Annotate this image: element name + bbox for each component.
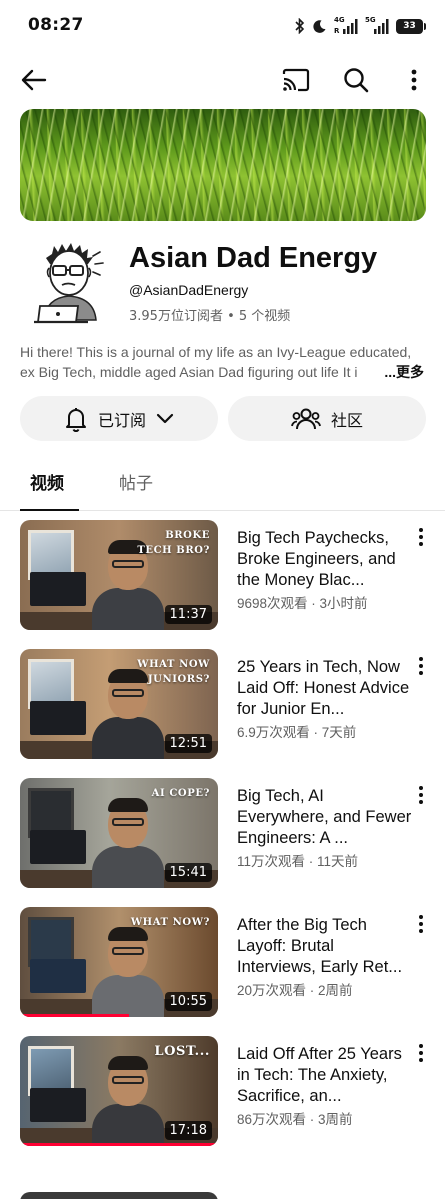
- video-thumbnail[interactable]: BROKE TECH BRO? 11:37: [20, 520, 218, 630]
- channel-banner: [20, 109, 426, 221]
- channel-description[interactable]: Hi there! This is a journal of my life a…: [20, 342, 426, 382]
- tab-videos[interactable]: 视频: [30, 469, 64, 494]
- chevron-down-icon: [156, 413, 174, 423]
- video-thumbnail[interactable]: LOST... 17:18: [20, 1036, 218, 1146]
- video-meta: 9698次观看 · 3小时前: [237, 596, 368, 611]
- battery-icon: 33: [396, 18, 426, 34]
- channel-handle: @AsianDadEnergy: [129, 282, 249, 298]
- video-item[interactable]: BROKE TECH BRO? 11:37 Big Tech Paychecks,…: [20, 520, 426, 632]
- subscribed-button[interactable]: 已订阅: [20, 396, 218, 441]
- video-info: Big Tech, AI Everywhere, and Fewer Engin…: [237, 786, 415, 870]
- signal-4g-icon: 4G R: [334, 15, 358, 35]
- video-item[interactable]: LOST... 17:18 Laid Off After 25 Years in…: [20, 1036, 426, 1148]
- video-thumbnail[interactable]: AI COPE? 15:41: [20, 778, 218, 888]
- network-type-1: 4G: [334, 15, 345, 24]
- description-line-2: ex Big Tech, middle aged Asian Dad figur…: [20, 362, 426, 382]
- thumbnail-caption: WHAT NOW?: [130, 917, 210, 928]
- description-line-2-text: ex Big Tech, middle aged Asian Dad figur…: [20, 364, 358, 380]
- video-title[interactable]: 25 Years in Tech, Now Laid Off: Honest A…: [237, 657, 415, 720]
- video-title[interactable]: Big Tech Paychecks, Broke Engineers, and…: [237, 528, 415, 591]
- video-more-button[interactable]: [412, 913, 430, 935]
- thumbnail-caption: AI COPE?: [151, 788, 210, 799]
- status-icons: 4G R 5G 33: [295, 15, 426, 36]
- thumbnail-caption: LOST...: [154, 1044, 210, 1059]
- video-title[interactable]: Big Tech, AI Everywhere, and Fewer Engin…: [237, 786, 415, 849]
- channel-tabs: 视频 帖子: [0, 455, 445, 511]
- video-info: 25 Years in Tech, Now Laid Off: Honest A…: [237, 657, 415, 741]
- video-more-button[interactable]: [412, 784, 430, 806]
- video-more-button[interactable]: [412, 526, 430, 548]
- thumbnail-caption: WHAT NOW JUNIORS?: [137, 659, 210, 685]
- status-bar: 08:27 4G R 5G 33: [0, 0, 445, 50]
- video-item[interactable]: AI COPE? 15:41 Big Tech, AI Everywhere, …: [20, 778, 426, 890]
- video-title[interactable]: Laid Off After 25 Years in Tech: The Anx…: [237, 1044, 415, 1107]
- video-duration: 10:55: [164, 992, 212, 1011]
- back-button[interactable]: [17, 63, 51, 97]
- channel-name: Asian Dad Energy: [129, 242, 378, 274]
- video-duration: 15:41: [164, 863, 212, 882]
- watch-progress-bar: [20, 1143, 218, 1146]
- more-options-button[interactable]: [397, 63, 431, 97]
- active-tab-indicator: [20, 509, 79, 511]
- video-meta: 86万次观看 · 3周前: [237, 1112, 353, 1127]
- video-item[interactable]: WHAT NOW JUNIORS? 12:51 25 Years in Tech,…: [20, 649, 426, 761]
- tab-posts[interactable]: 帖子: [119, 469, 153, 494]
- video-title[interactable]: After the Big Tech Layoff: Brutal Interv…: [237, 915, 415, 978]
- more-vertical-icon: [411, 69, 417, 91]
- network-type-2: 5G: [365, 15, 376, 24]
- video-duration: 12:51: [164, 734, 212, 753]
- video-duration: 11:37: [164, 605, 212, 624]
- subscribed-label: 已订阅: [97, 410, 146, 430]
- thumbnail-caption: BROKE TECH BRO?: [137, 530, 210, 556]
- video-thumbnail[interactable]: WHAT NOW JUNIORS? 12:51: [20, 649, 218, 759]
- back-arrow-icon: [21, 69, 47, 91]
- cast-icon: [282, 68, 310, 92]
- bluetooth-icon: [295, 18, 305, 34]
- channel-header: Asian Dad Energy @AsianDadEnergy 3.95万位订…: [20, 240, 426, 330]
- video-meta: 20万次观看 · 2周前: [237, 983, 353, 998]
- video-meta: 6.9万次观看 · 7天前: [237, 725, 357, 740]
- search-button[interactable]: [339, 63, 373, 97]
- channel-stats: 3.95万位订阅者 • 5 个视频: [129, 309, 291, 324]
- top-app-bar: [0, 55, 445, 105]
- status-time: 08:27: [28, 15, 84, 35]
- video-more-button[interactable]: [412, 655, 430, 677]
- more-link[interactable]: ...更多: [356, 362, 424, 382]
- video-item[interactable]: WHAT NOW? 10:55 After the Big Tech Layof…: [20, 907, 426, 1019]
- search-icon: [344, 68, 369, 93]
- video-more-button[interactable]: [412, 1042, 430, 1064]
- channel-avatar[interactable]: [30, 242, 112, 327]
- people-icon: [291, 408, 321, 429]
- video-info: Laid Off After 25 Years in Tech: The Anx…: [237, 1044, 415, 1128]
- video-thumbnail[interactable]: WHAT NOW? 10:55: [20, 907, 218, 1017]
- next-video-thumbnail-peek[interactable]: [20, 1192, 218, 1199]
- description-line-1: Hi there! This is a journal of my life a…: [20, 344, 412, 360]
- cast-button[interactable]: [279, 63, 313, 97]
- community-button[interactable]: 社区: [228, 396, 426, 441]
- signal-5g-icon: 5G: [365, 15, 389, 34]
- bell-icon: [65, 407, 86, 432]
- video-info: Big Tech Paychecks, Broke Engineers, and…: [237, 528, 415, 612]
- action-buttons: 已订阅 社区: [20, 396, 426, 441]
- video-meta: 11万次观看 · 11天前: [237, 854, 359, 869]
- video-duration: 17:18: [164, 1121, 212, 1140]
- moon-icon: [313, 19, 326, 33]
- community-label: 社区: [330, 410, 363, 430]
- video-info: After the Big Tech Layoff: Brutal Interv…: [237, 915, 415, 999]
- watch-progress-bar: [20, 1014, 129, 1017]
